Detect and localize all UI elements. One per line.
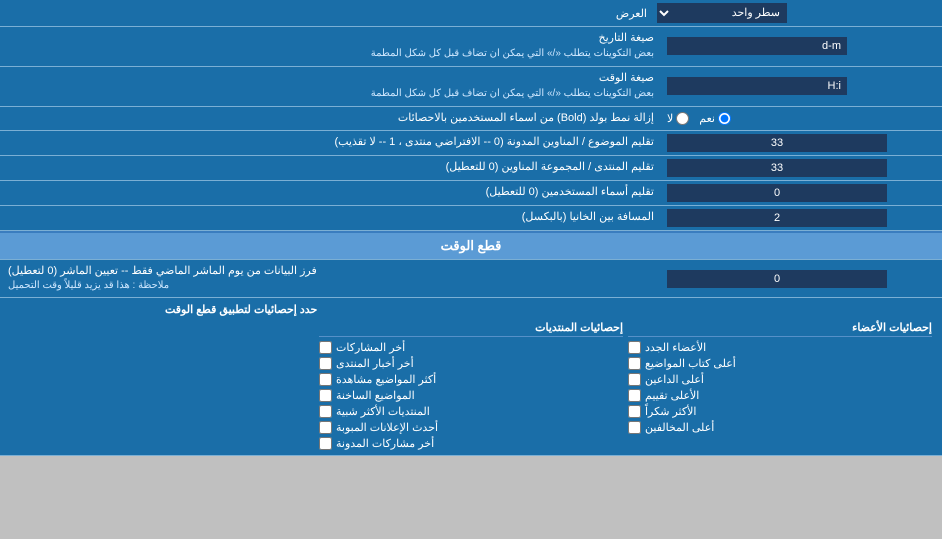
gap-row: المسافة بين الخانيا (بالبكسل) (0, 206, 942, 231)
list-item: أخر المشاركات (319, 341, 623, 354)
list-item: أعلى الداعين (628, 373, 932, 386)
list-item: أكثر المواضيع مشاهدة (319, 373, 623, 386)
users-input-wrap (662, 181, 942, 205)
checkbox-top-violators[interactable] (628, 421, 641, 434)
gap-input[interactable] (667, 209, 887, 227)
list-item: الأكثر شكراً (628, 405, 932, 418)
display-select-wrap: سطر واحد سطرين ثلاثة أسطر (657, 3, 937, 23)
list-item: أخر مشاركات المدونة (319, 437, 623, 450)
list-item: الأعضاء الجدد (628, 341, 932, 354)
display-label: العرض (5, 7, 657, 20)
time-format-input-wrap (662, 67, 942, 106)
list-item: الأعلى تقييم (628, 389, 932, 402)
checkbox-last-blog-posts[interactable] (319, 437, 332, 450)
cutoff-section-header: قطع الوقت (0, 231, 942, 260)
bold-radio-group: نعم لا (667, 112, 731, 125)
bold-no-radio[interactable] (676, 112, 689, 125)
checkbox-most-thanks[interactable] (628, 405, 641, 418)
forum-header-row: تقليم المنتدى / المجموعة المناوين (0 للت… (0, 156, 942, 181)
forum-header-label: تقليم المنتدى / المجموعة المناوين (0 للت… (0, 156, 662, 180)
forum-subject-input-wrap (662, 131, 942, 155)
col3-header (10, 321, 314, 337)
cutoff-label: فرز البيانات من يوم الماشر الماضي فقط --… (0, 260, 662, 297)
checkbox-hot-topics[interactable] (319, 389, 332, 402)
bold-label: إزالة نمط بولد (Bold) من اسماء المستخدمي… (0, 107, 662, 130)
checkbox-col-1: الأعضاء الجدد أعلى كتاب المواضيع أعلى ال… (628, 341, 932, 450)
date-format-label: صيغة التاريخبعض التكوينات يتطلب «/» التي… (0, 27, 662, 66)
list-item: أعلى المخالفين (628, 421, 932, 434)
time-format-label: صيغة الوقتبعض التكوينات يتطلب «/» التي ي… (0, 67, 662, 106)
bold-row: نعم لا إزالة نمط بولد (Bold) من اسماء ال… (0, 107, 942, 131)
checkbox-top-writers[interactable] (628, 357, 641, 370)
cutoff-input[interactable] (667, 270, 887, 288)
stats-label: حدد إحصائيات لتطبيق قطع الوقت (10, 303, 317, 316)
gap-label: المسافة بين الخانيا (بالبكسل) (0, 206, 662, 230)
cutoff-input-wrap (662, 260, 942, 297)
list-item: أعلى كتاب المواضيع (628, 357, 932, 370)
checkbox-latest-classifieds[interactable] (319, 421, 332, 434)
list-item: المنتديات الأكثر شبية (319, 405, 623, 418)
date-format-row: صيغة التاريخبعض التكوينات يتطلب «/» التي… (0, 27, 942, 67)
cutoff-row: فرز البيانات من يوم الماشر الماضي فقط --… (0, 260, 942, 298)
checkbox-top-rated[interactable] (628, 389, 641, 402)
list-item: أخر أخبار المنتدى (319, 357, 623, 370)
checkbox-top-inviters[interactable] (628, 373, 641, 386)
checkbox-last-posts[interactable] (319, 341, 332, 354)
checkbox-col-3 (10, 341, 314, 450)
checkbox-members-new[interactable] (628, 341, 641, 354)
users-input[interactable] (667, 184, 887, 202)
gap-input-wrap (662, 206, 942, 230)
col2-header: إحصائيات المنتديات (319, 321, 623, 337)
checkbox-most-viewed[interactable] (319, 373, 332, 386)
checkboxes-grid: الأعضاء الجدد أعلى كتاب المواضيع أعلى ال… (10, 341, 932, 450)
forum-subject-row: تقليم الموضوع / المناوين المدونة (0 -- ا… (0, 131, 942, 156)
display-select[interactable]: سطر واحد سطرين ثلاثة أسطر (657, 3, 787, 23)
checkbox-col-2: أخر المشاركات أخر أخبار المنتدى أكثر الم… (319, 341, 623, 450)
checkbox-last-news[interactable] (319, 357, 332, 370)
bold-radio-wrap: نعم لا (662, 107, 942, 130)
forum-header-input[interactable] (667, 159, 887, 177)
col1-header: إحصائيات الأعضاء (628, 321, 932, 337)
list-item: أحدث الإعلانات المبوبة (319, 421, 623, 434)
list-item: المواضيع الساخنة (319, 389, 623, 402)
display-row: سطر واحد سطرين ثلاثة أسطر العرض (0, 0, 942, 27)
time-format-input[interactable] (667, 77, 847, 95)
forum-subject-input[interactable] (667, 134, 887, 152)
users-row: تقليم أسماء المستخدمين (0 للتعطيل) (0, 181, 942, 206)
date-format-input[interactable] (667, 37, 847, 55)
users-label: تقليم أسماء المستخدمين (0 للتعطيل) (0, 181, 662, 205)
checkboxes-column-headers: إحصائيات الأعضاء إحصائيات المنتديات (10, 321, 932, 337)
checkbox-most-similar[interactable] (319, 405, 332, 418)
checkboxes-container: حدد إحصائيات لتطبيق قطع الوقت إحصائيات ا… (0, 298, 942, 456)
forum-subject-label: تقليم الموضوع / المناوين المدونة (0 -- ا… (0, 131, 662, 155)
bold-yes-radio[interactable] (718, 112, 731, 125)
bold-no-label[interactable]: لا (667, 112, 689, 125)
bold-yes-label[interactable]: نعم (699, 112, 731, 125)
time-format-row: صيغة الوقتبعض التكوينات يتطلب «/» التي ي… (0, 67, 942, 107)
forum-header-input-wrap (662, 156, 942, 180)
stats-section-header: حدد إحصائيات لتطبيق قطع الوقت (10, 303, 932, 316)
date-format-input-wrap (662, 27, 942, 66)
